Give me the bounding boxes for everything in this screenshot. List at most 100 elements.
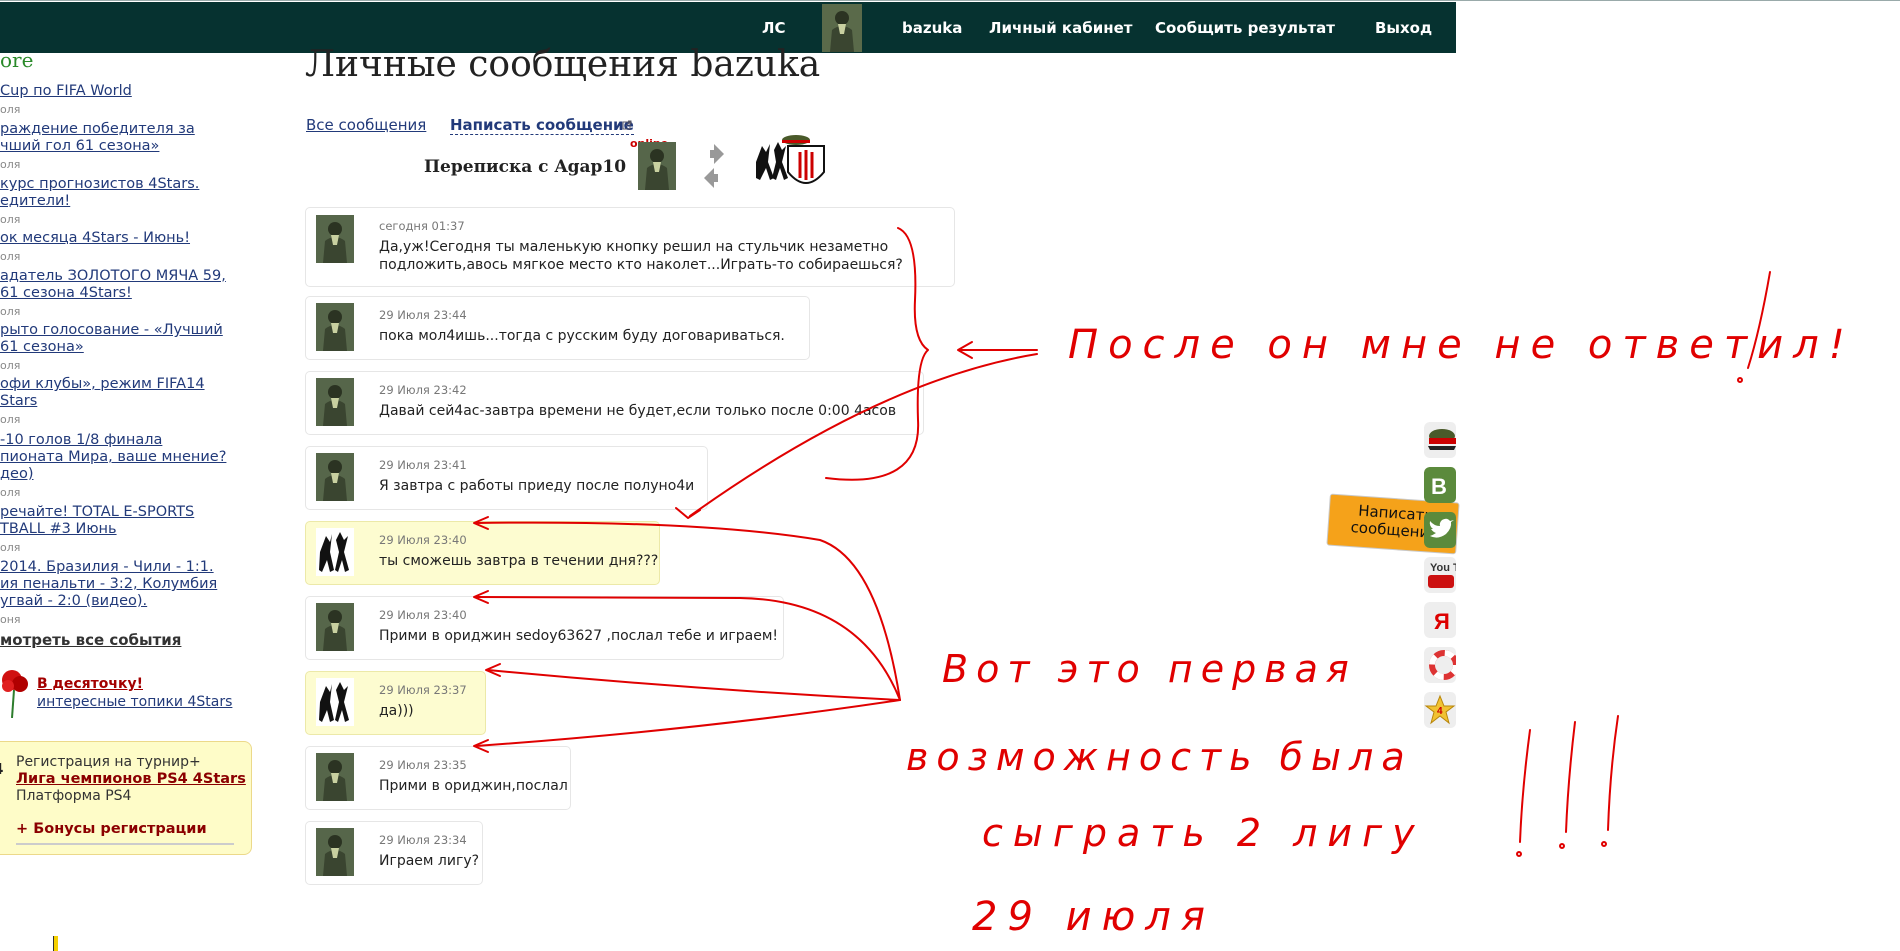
event-date: оля (0, 541, 21, 554)
soldier-avatar[interactable] (316, 215, 354, 263)
fighters-avatar[interactable] (316, 528, 354, 576)
message-item: 29 Июля 23:42 Давай сей4ас-завтра времен… (305, 371, 924, 435)
message-item-own: 29 Июля 23:40 ты сможешь завтра в течени… (305, 521, 660, 585)
event-link-line[interactable]: ия пенальти - 3:2, Колумбия (0, 576, 217, 593)
message-text: пока мол4ишь...тогда с русским буду дого… (379, 328, 785, 344)
event-date: оня (0, 613, 21, 626)
message-text: Давай сей4ас-завтра времени не будет,есл… (379, 403, 897, 419)
yandex-letter: Я (1434, 609, 1450, 634)
event-date: оля (0, 158, 21, 171)
event-link[interactable]: раждение победителя за (0, 121, 195, 138)
see-all-events-link[interactable]: мотреть все события (0, 631, 181, 649)
event-link[interactable]: ок месяца 4Stars - Июнь! (0, 230, 190, 247)
soldier-avatar[interactable] (316, 828, 354, 876)
event-link[interactable]: курс прогнозистов 4Stars. (0, 176, 199, 193)
write-message-link[interactable]: Написать сообщение (450, 116, 634, 135)
event-link-line[interactable]: Stars (0, 393, 37, 410)
event-link-line[interactable]: едители! (0, 193, 70, 210)
event-date: оля (0, 213, 21, 226)
event-link[interactable]: рыто голосование - «Лучший (0, 322, 223, 339)
fighters-avatar[interactable] (316, 678, 354, 726)
conversation-title: Переписка с Agap10 (424, 157, 627, 177)
annotation-play-league: сыграть 2 лигу (982, 811, 1425, 855)
message-item: сегодня 01:37 Да,уж!Сегодня ты маленькую… (305, 207, 955, 287)
yandex-icon[interactable]: Я (1424, 602, 1456, 638)
platform-text: Платформа PS4 (16, 788, 132, 804)
lifebuoy-icon[interactable] (1424, 647, 1456, 683)
event-link[interactable]: адатель ЗОЛОТОГО МЯЧА 59, (0, 268, 226, 285)
message-text: Играем лигу? (379, 853, 480, 869)
soldier-avatar[interactable] (316, 453, 354, 501)
external-link-icon (622, 120, 632, 130)
event-link-line[interactable]: део) (0, 466, 33, 483)
partner-avatar[interactable] (638, 142, 676, 190)
annotation-first-chance: Вот это первая (942, 647, 1357, 691)
message-time: 29 Июля 23:42 (379, 383, 467, 397)
nav-cabinet[interactable]: Личный кабинет (989, 2, 1132, 53)
registration-box: 4 Регистрация на турнир+ Лига чемпионов … (0, 741, 252, 855)
event-date: оля (0, 305, 21, 318)
message-item: 29 Июля 23:35 Прими в ориджин,послал (305, 746, 571, 810)
star-label: 4 (1437, 706, 1443, 717)
nav-report-result[interactable]: Сообщить результат (1155, 2, 1335, 53)
registration-bonus-link[interactable]: + Бонусы регистрации (16, 821, 207, 837)
soldier-avatar[interactable] (316, 603, 354, 651)
event-link-line[interactable]: чший гол 61 сезона» (0, 138, 159, 155)
cap-icon[interactable] (1424, 422, 1456, 458)
youtube-icon[interactable]: You Tube (1424, 557, 1456, 593)
nav-logout[interactable]: Выход (1375, 2, 1432, 53)
event-date: оля (0, 413, 21, 426)
star-4-icon[interactable]: 4 (1424, 692, 1456, 728)
rose-icon (2, 670, 28, 718)
message-item: 29 Июля 23:44 пока мол4ишь...тогда с рус… (305, 296, 810, 360)
event-link[interactable]: 2014. Бразилия - Чили - 1:1. (0, 559, 214, 576)
message-text: Прими в ориджин,послал (379, 778, 568, 794)
annotation-was-possible: возможность была (906, 735, 1413, 779)
event-link[interactable]: -10 голов 1/8 финала (0, 432, 162, 449)
soldier-avatar[interactable] (316, 303, 354, 351)
event-link[interactable]: речайте! TOTAL E-SPORTS (0, 504, 194, 521)
vk-icon[interactable]: В (1424, 467, 1456, 503)
tournament-link[interactable]: Лига чемпионов PS4 4Stars (16, 771, 246, 787)
message-text: Да,уж!Сегодня ты маленькую кнопку решил … (379, 239, 889, 255)
top10-link[interactable]: В десяточку! (37, 676, 143, 692)
message-time: сегодня 01:37 (379, 219, 465, 233)
annotation-texts: После он мне не ответил! Вот это первая … (906, 322, 1855, 940)
event-link-line[interactable]: 61 сезона» (0, 339, 84, 356)
event-link[interactable]: Cup по FIFA World (0, 83, 132, 100)
message-time: 29 Июля 23:41 (379, 458, 467, 472)
message-item: 29 Июля 23:40 Прими в ориджин sedoy63627… (305, 596, 784, 660)
event-link-line[interactable]: 61 сезона 4Stars! (0, 285, 132, 302)
message-time: 29 Июля 23:44 (379, 308, 467, 322)
vk-letter: В (1431, 474, 1447, 499)
registration-edge-digit: 4 (0, 760, 3, 778)
event-link-line[interactable]: пионата Мира, ваше мнение? (0, 449, 226, 466)
event-date: оля (0, 103, 21, 116)
top10-subtitle-link[interactable]: интересные топики 4Stars (37, 694, 232, 710)
message-time: 29 Июля 23:37 (379, 683, 467, 697)
message-item: 29 Июля 23:34 Играем лигу? (305, 821, 483, 885)
soldier-avatar[interactable] (316, 753, 354, 801)
nav-username[interactable]: bazuka (902, 2, 962, 53)
club-logo-icon (756, 135, 825, 184)
message-text: Я завтра с работы приеду после полуно4и (379, 478, 695, 494)
message-text: Прими в ориджин sedoy63627 ,послал тебе … (379, 628, 779, 644)
text-cursor-marker (53, 936, 58, 951)
window-top-border (0, 0, 1900, 1)
event-date: оля (0, 250, 21, 263)
registration-text: Регистрация на турнир+ (16, 754, 201, 770)
user-avatar[interactable] (822, 4, 862, 52)
event-link[interactable]: офи клубы», режим FIFA14 (0, 376, 205, 393)
soldier-avatar[interactable] (316, 378, 354, 426)
message-time: 29 Июля 23:34 (379, 833, 467, 847)
message-time: 29 Июля 23:40 (379, 533, 467, 547)
all-messages-link[interactable]: Все сообщения (306, 116, 426, 134)
event-link-line[interactable]: угвай - 2:0 (видео). (0, 593, 147, 610)
twitter-icon[interactable] (1424, 512, 1456, 548)
event-date: оля (0, 359, 21, 372)
annotation-no-answer: После он мне не ответил! (1068, 322, 1855, 368)
event-link-line[interactable]: TBALL #3 Июнь (0, 521, 117, 538)
events-sidebar: ore Cup по FIFA World оля раждение побед… (0, 44, 252, 951)
message-item-own: 29 Июля 23:37 да))) (305, 671, 486, 735)
message-text: ты сможешь завтра в течении дня??? (379, 553, 659, 569)
